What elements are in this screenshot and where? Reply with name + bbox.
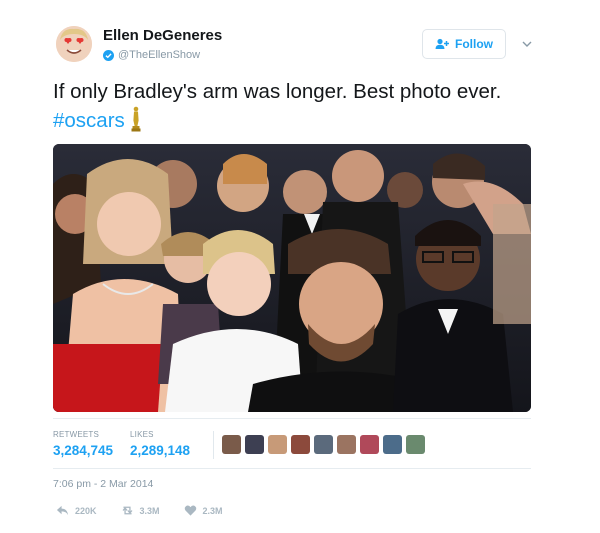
verified-badge-icon: [103, 49, 114, 61]
action-bar: 220K 3.3M 2.3M: [56, 504, 247, 517]
retweets-label: RETWEETS: [53, 430, 100, 439]
liker-avatar[interactable]: [268, 435, 287, 454]
liker-avatar[interactable]: [291, 435, 310, 454]
liker-avatar[interactable]: [245, 435, 264, 454]
oscar-statue-icon: [131, 106, 141, 132]
tweet-photo[interactable]: [53, 144, 531, 412]
liker-avatar[interactable]: [406, 435, 425, 454]
retweet-icon: [122, 506, 132, 515]
liker-avatar[interactable]: [360, 435, 379, 454]
likes-count[interactable]: 2,289,148: [130, 443, 190, 458]
reply-count: 220K: [75, 505, 97, 516]
liker-avatar[interactable]: [222, 435, 241, 454]
tweet-body: If only Bradley's arm was longer. Best p…: [53, 80, 502, 103]
group-selfie-photo: [53, 144, 531, 412]
user-handle[interactable]: @TheEllenShow: [118, 49, 200, 61]
handle-row: @TheEllenShow: [103, 47, 200, 63]
retweet-button[interactable]: 3.3M: [121, 504, 160, 517]
likes-label: LIKES: [130, 430, 154, 439]
liker-avatar[interactable]: [383, 435, 402, 454]
retweet-count: 3.3M: [139, 505, 160, 516]
tweet-timestamp[interactable]: 7:06 pm - 2 Mar 2014: [53, 478, 153, 490]
display-name[interactable]: Ellen DeGeneres: [103, 27, 222, 44]
user-avatar[interactable]: [56, 26, 92, 62]
liker-avatar[interactable]: [314, 435, 333, 454]
follow-button[interactable]: Follow: [422, 29, 506, 59]
like-count: 2.3M: [202, 505, 223, 516]
stats-separator: [213, 431, 214, 459]
retweets-count[interactable]: 3,284,745: [53, 443, 113, 458]
heart-icon: [184, 505, 196, 516]
reply-button[interactable]: 220K: [56, 504, 97, 517]
liker-avatar[interactable]: [337, 435, 356, 454]
liker-avatars: [222, 435, 425, 454]
divider: [53, 418, 531, 419]
follow-label: Follow: [455, 37, 493, 51]
like-button[interactable]: 2.3M: [184, 504, 223, 517]
add-person-icon: [435, 38, 449, 49]
tweet-text: If only Bradley's arm was longer. Best p…: [53, 77, 513, 135]
stats-bar: RETWEETS 3,284,745 LIKES 2,289,148: [53, 423, 531, 463]
divider: [53, 468, 531, 469]
emoji-heart-eyes-avatar-icon: [56, 26, 92, 62]
hashtag-link[interactable]: #oscars: [53, 109, 125, 132]
tweet-card: Ellen DeGeneres @TheEllenShow Follow If …: [0, 0, 600, 533]
chevron-down-icon[interactable]: [521, 38, 533, 50]
reply-icon: [56, 505, 69, 516]
